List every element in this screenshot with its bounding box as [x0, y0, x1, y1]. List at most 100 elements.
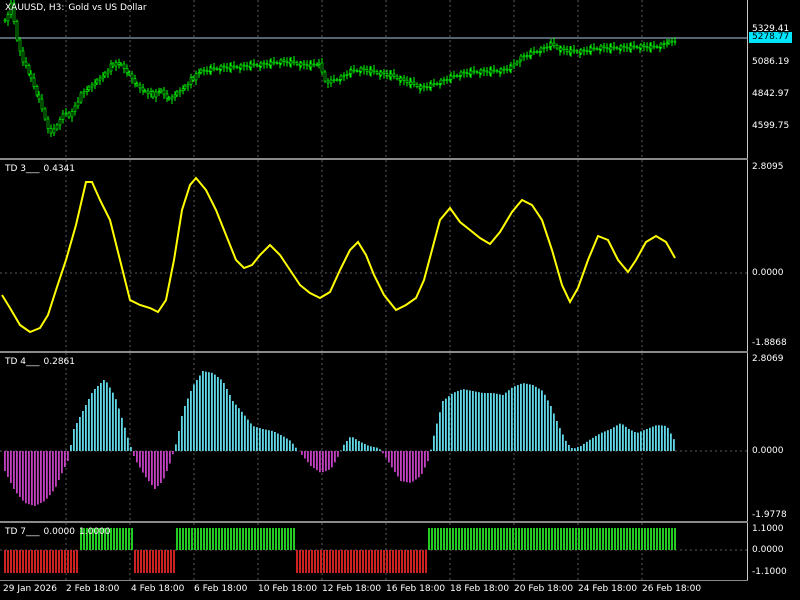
td4-bar — [205, 371, 207, 451]
candle-body — [114, 62, 118, 67]
td7-bar — [374, 550, 376, 573]
td7-bar — [653, 528, 655, 550]
td4-bar — [454, 392, 456, 451]
td4-bar — [331, 451, 333, 468]
td4-bar — [469, 390, 471, 451]
td7-bar — [134, 550, 136, 573]
td4-pane[interactable]: TD 4___ 0.2861 — [0, 353, 748, 521]
td4-bar — [604, 431, 606, 451]
candle-body — [642, 44, 646, 47]
td4-bar — [127, 437, 129, 451]
td7-bar — [446, 528, 448, 550]
candle-body — [445, 79, 449, 81]
price-pane-title: XAUUSD, H3: Gold vs US Dollar — [5, 3, 151, 13]
candle-body — [37, 94, 41, 100]
td7-bar — [7, 550, 9, 573]
candle-body — [191, 77, 195, 81]
td4-bar — [319, 451, 321, 473]
td4-bar — [64, 451, 66, 467]
td7-bar — [533, 528, 535, 550]
td4-bar — [376, 447, 378, 451]
candle-body — [151, 91, 155, 98]
td4-bar — [631, 430, 633, 451]
td7-bar — [473, 528, 475, 550]
td7-bar — [500, 528, 502, 550]
candle-body — [542, 47, 546, 49]
td7-bar — [536, 528, 538, 550]
candle-body — [79, 92, 83, 103]
td4-bar — [337, 451, 339, 457]
td7-bar — [356, 550, 358, 573]
candle-body — [262, 62, 266, 65]
td4-bar — [286, 438, 288, 451]
candle-body — [173, 94, 177, 98]
td4-bar — [208, 372, 210, 451]
candle-body — [673, 40, 677, 43]
td7-bar — [143, 550, 145, 573]
candle-body — [485, 70, 489, 73]
price-pane[interactable]: XAUUSD, H3: Gold vs US Dollar — [0, 0, 748, 158]
candle-body — [309, 63, 313, 68]
candle-body — [415, 83, 419, 87]
candle-body — [109, 63, 113, 72]
candle-body — [219, 65, 223, 70]
td7-bar — [302, 550, 304, 573]
td4-bar — [547, 400, 549, 451]
candle-body — [489, 69, 493, 74]
td7-bar — [572, 528, 574, 550]
candle-body — [272, 61, 276, 64]
candle-body — [452, 75, 456, 78]
td4-bar — [52, 451, 54, 492]
td7-bar — [137, 550, 139, 573]
td7-bar — [641, 528, 643, 550]
td4-bar — [88, 399, 90, 451]
td4-bar — [523, 383, 525, 451]
candle-body — [639, 44, 643, 49]
td7-bar — [13, 550, 15, 573]
td4-bar — [577, 447, 579, 451]
candle-body — [362, 67, 366, 70]
td4-bar — [550, 406, 552, 451]
candle-body — [103, 72, 107, 77]
td7-bar — [67, 550, 69, 573]
td3-pane[interactable]: TD 3___ 0.4341 — [0, 160, 748, 351]
price-candles — [0, 0, 748, 158]
td7-bar — [422, 550, 424, 573]
candle-body — [312, 63, 316, 66]
candle-body — [492, 69, 496, 72]
chart-window[interactable]: XAUUSD, H3: Gold vs US Dollar TD 3___ 0.43… — [0, 0, 800, 600]
candle-body — [259, 62, 263, 67]
td7-bar — [623, 528, 625, 550]
td7-bar — [449, 528, 451, 550]
candle-body — [349, 69, 353, 74]
candle-body — [449, 75, 453, 80]
td4-bar — [202, 371, 204, 451]
td7-bar — [347, 550, 349, 573]
td7-bar — [200, 528, 202, 550]
td7-bar — [635, 528, 637, 550]
candle-body — [21, 50, 25, 63]
td7-pane[interactable]: TD 7___ 0.0000 1.0000 — [0, 523, 748, 580]
td4-bar — [196, 380, 198, 451]
td4-bar — [91, 393, 93, 451]
td4-bar — [73, 429, 75, 451]
candle-body — [90, 84, 94, 88]
td4-bar — [661, 425, 663, 451]
candle-body — [111, 63, 115, 67]
td7-bar — [425, 550, 427, 573]
td3-line — [1, 176, 676, 334]
td4-bar — [583, 443, 585, 451]
td3-name: TD 3___ — [5, 164, 40, 174]
candle-body — [249, 63, 253, 68]
td7-bar — [296, 550, 298, 573]
candle-body — [35, 86, 39, 96]
td4-bar — [340, 450, 342, 451]
td4-bar — [229, 395, 231, 451]
td7-bar — [620, 528, 622, 550]
candle-body — [279, 59, 283, 64]
td4-bar — [664, 425, 666, 451]
td7-bar — [563, 528, 565, 550]
td4-bar — [463, 389, 465, 451]
td4-bar — [667, 427, 669, 451]
td7-bar — [545, 528, 547, 550]
